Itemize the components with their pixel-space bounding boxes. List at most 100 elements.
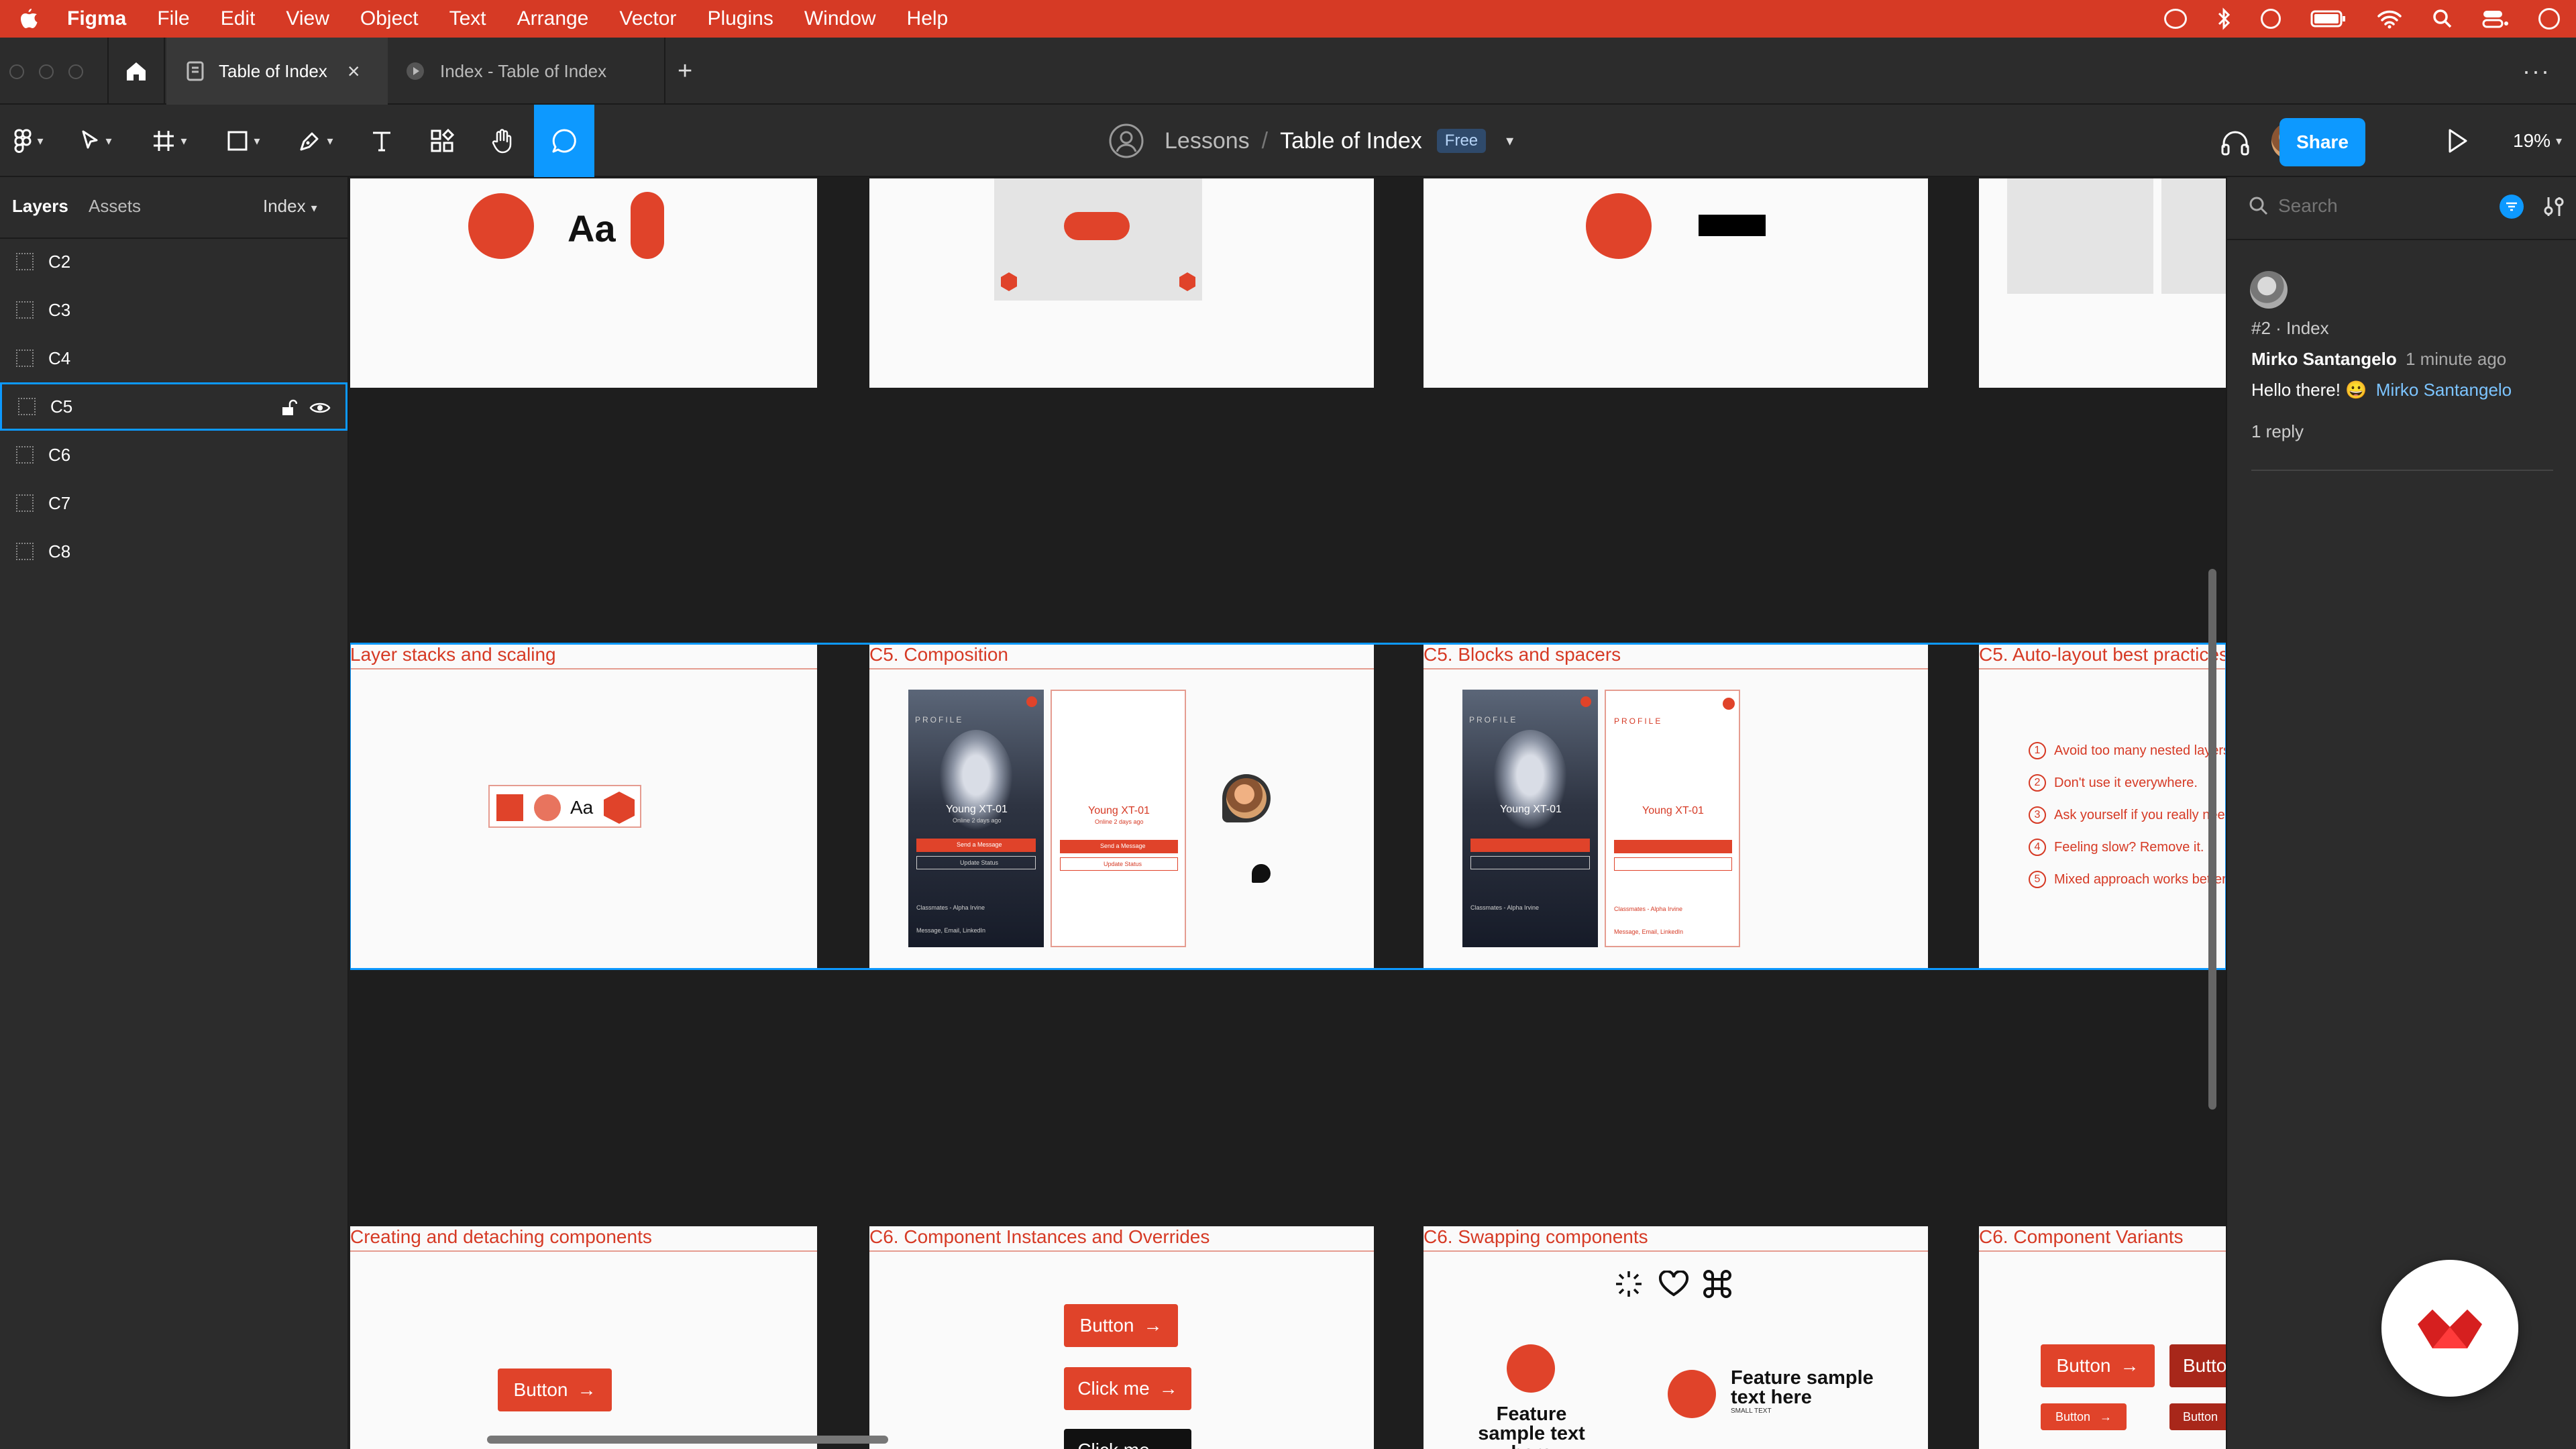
close-tab-icon[interactable]: × [347,59,360,84]
comment-tool-button[interactable] [534,105,594,177]
menu-view[interactable]: View [286,7,329,30]
loader-icon [1616,1271,1642,1297]
menu-window[interactable]: Window [804,7,876,30]
text-tool-button[interactable] [353,105,411,177]
horizontal-scrollbar[interactable] [487,1436,888,1444]
move-tool-button[interactable]: ▾ [67,105,125,177]
more-options-icon[interactable]: ··· [2522,38,2576,105]
screen-record-icon[interactable] [2261,9,2281,29]
editor-toolbar: ▾ ▾ ▾ ▾ ▾ Lessons / Table of Index Free … [0,105,2576,177]
bluetooth-icon[interactable] [2216,7,2231,30]
wifi-icon[interactable] [2376,9,2403,29]
frame-component-variants[interactable]: C6. Component Variants Button → Butto But… [1979,1226,2226,1449]
window-zoom-button[interactable] [68,64,83,79]
layer-name: C3 [48,299,71,320]
menu-help[interactable]: Help [907,7,949,30]
design-canvas[interactable]: Aa Layer stacks and scaling Aa C5. Compo… [350,178,2226,1449]
comment-author: Mirko Santangelo [2251,349,2397,369]
frame-c4-c[interactable] [1424,178,1928,388]
menu-file[interactable]: File [157,7,189,30]
layer-row-c6[interactable]: C6 [0,431,347,479]
tab-table-of-index[interactable]: Table of Index × [166,38,388,105]
shape-tool-button[interactable]: ▾ [215,105,272,177]
comment-author-avatar [2250,271,2288,309]
title-underline [869,1250,1374,1252]
unlock-icon[interactable] [281,399,297,417]
window-minimize-button[interactable] [39,64,54,79]
menu-edit[interactable]: Edit [221,7,256,30]
layer-row-c7[interactable]: C7 [0,479,347,527]
arrow-right-icon: → [1159,1440,1178,1449]
tab-label: Index - Table of Index [440,60,607,81]
layer-row-c8[interactable]: C8 [0,527,347,576]
breadcrumb: Lessons / Table of Index Free ▾ [1108,105,1513,177]
comment-settings-icon[interactable] [2542,195,2565,219]
sample-button: Button → [498,1368,612,1411]
comment-search-input[interactable] [2278,191,2453,221]
menu-object[interactable]: Object [360,7,419,30]
menu-plugins[interactable]: Plugins [707,7,773,30]
frame-c4-d[interactable] [1979,178,2226,388]
headphones-icon[interactable] [2220,129,2250,156]
tab-assets[interactable]: Assets [89,196,141,217]
layer-name: C4 [48,347,71,368]
comment-thread[interactable]: #2 · Index Mirko Santangelo 1 minute ago… [2227,251,2576,463]
share-button[interactable]: Share [2279,118,2365,166]
layer-row-c5[interactable]: C5 [0,382,347,431]
tab-index-table-of-index[interactable]: Index - Table of Index [389,38,665,105]
spotlight-search-icon[interactable] [2432,9,2453,29]
page-selector[interactable]: Index ▾ [263,196,317,217]
comment-mention[interactable]: Mirko Santangelo [2376,380,2512,400]
arrow-right-icon: → [1143,1315,1163,1336]
frame-creating-components[interactable]: Creating and detaching components Button… [350,1226,817,1449]
search-icon [2249,197,2268,215]
resources-tool-button[interactable] [413,105,471,177]
zoom-menu[interactable]: 19% ▾ [2513,105,2562,177]
vertical-scrollbar[interactable] [2208,569,2216,1110]
file-menu-chevron-icon[interactable]: ▾ [1506,132,1513,150]
frame-tool-button[interactable]: ▾ [141,105,199,177]
frame-icon [16,301,34,319]
frame-c4-a[interactable]: Aa [350,178,817,388]
command-icon [1703,1270,1731,1298]
reply-count[interactable]: 1 reply [2251,421,2304,442]
filter-icon [2506,202,2517,211]
breadcrumb-team[interactable]: Lessons [1165,128,1250,154]
hand-tool-button[interactable] [474,105,531,177]
floating-brand-badge[interactable] [2381,1260,2518,1397]
clock-icon[interactable] [2538,8,2560,30]
frame-c4-b[interactable] [869,178,1374,388]
filter-comments-button[interactable] [2500,195,2524,219]
tab-layers[interactable]: Layers [12,196,68,217]
layer-row-c3[interactable]: C3 [0,286,347,334]
control-center-icon[interactable] [2482,9,2509,29]
frame-icon [16,446,34,464]
pen-icon [300,132,319,151]
apple-icon[interactable] [17,7,40,30]
comment-time: 1 minute ago [2405,349,2507,369]
layer-row-c2[interactable]: C2 [0,237,347,286]
layer-row-c4[interactable]: C4 [0,334,347,382]
prototype-play-icon [407,62,424,80]
visibility-eye-icon[interactable] [309,400,331,415]
frame-instances-overrides[interactable]: C6. Component Instances and Overrides Bu… [869,1226,1374,1449]
click-me-dark-button: Click me → [1064,1429,1191,1449]
home-button[interactable] [107,38,165,105]
new-tab-plus-icon[interactable]: + [678,38,711,105]
menu-text[interactable]: Text [449,7,486,30]
button-label: Butto [2183,1355,2226,1376]
team-avatar-icon[interactable] [1108,123,1144,159]
present-play-icon[interactable] [2446,127,2469,154]
window-close-button[interactable] [9,64,24,79]
frame-swapping-components[interactable]: C6. Swapping components Feature sample t… [1424,1226,1928,1449]
menu-arrange[interactable]: Arrange [517,7,589,30]
frame-icon [16,350,34,367]
frame-title: Creating and detaching components [350,1226,652,1247]
menu-app-figma[interactable]: Figma [67,7,126,30]
battery-icon[interactable] [2310,9,2347,28]
pen-tool-button[interactable]: ▾ [287,105,345,177]
menu-vector[interactable]: Vector [619,7,676,30]
creative-cloud-icon[interactable] [2164,9,2187,29]
main-menu-button[interactable]: ▾ [0,105,58,177]
file-name[interactable]: Table of Index [1280,128,1422,154]
